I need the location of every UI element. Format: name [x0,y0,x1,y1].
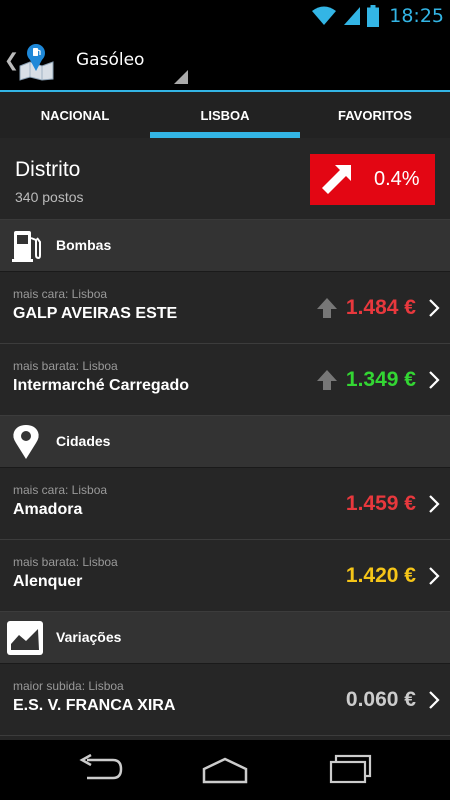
tab-lisboa[interactable]: LISBOA [150,92,300,138]
row-caption: maior subida: Lisboa [13,679,124,693]
fuel-map-icon [19,44,54,81]
city-name: Alenquer [13,573,83,590]
fuel-pump-icon [12,231,41,262]
battery-icon [367,5,380,27]
arrow-up-icon [316,298,337,318]
variation-badge: 0.4% [310,154,435,205]
wifi-icon [312,6,337,25]
arrow-up-icon [316,370,337,390]
tab-favoritos[interactable]: FAVORITOS [300,92,450,138]
status-time: 18:25 [389,5,444,27]
district-summary: Distrito 340 postos 0.4% [0,138,450,220]
section-label-cidades: Cidades [56,433,111,449]
station-name: E.S. V. FRANCA XIRA [13,697,176,714]
fuel-type-label: Gasóleo [76,50,145,70]
tab-nacional[interactable]: NACIONAL [0,92,150,138]
row-caption: mais barata: Lisboa [13,359,118,373]
station-name: GALP AVEIRAS ESTE [13,305,178,322]
list-item[interactable]: mais cara: Lisboa GALP AVEIRAS ESTE 1.48… [0,272,450,344]
row-caption: mais barata: Lisboa [13,555,118,569]
status-icons: 18:25 [311,0,444,32]
tab-bar: NACIONAL LISBOA FAVORITOS [0,90,450,138]
action-bar: ❮ Gasóleo [0,32,450,90]
section-variacoes: Variações [0,612,450,664]
chevron-right-icon [429,371,440,389]
area-chart-icon [7,621,43,655]
back-icon[interactable] [75,754,125,786]
home-icon[interactable] [200,754,250,786]
content-list[interactable]: Distrito 340 postos 0.4% Bombas mais car… [0,138,450,740]
chevron-right-icon [429,567,440,585]
list-item[interactable]: mais cara: Lisboa Amadora 1.459 € [0,468,450,540]
price-value: 0.060 € [345,688,416,711]
section-label-variacoes: Variações [56,629,122,645]
list-item[interactable]: mais barata: Lisboa Intermarché Carregad… [0,344,450,416]
price-value: 1.459 € [345,492,416,515]
station-name: Intermarché Carregado [13,377,190,394]
variation-value: 0.4% [374,168,420,190]
price-value: 1.349 € [345,368,416,391]
chevron-right-icon [429,691,440,709]
status-bar: 18:25 [0,0,450,32]
price-value: 1.484 € [345,296,416,319]
row-caption: mais cara: Lisboa [13,287,108,301]
district-station-count: 340 postos [15,189,84,205]
home-up-button[interactable]: ❮ [0,32,62,90]
list-item[interactable]: mais barata: Lisboa Alenquer 1.420 € [0,540,450,612]
spinner-corner-icon [174,70,188,84]
section-bombas: Bombas [0,220,450,272]
signal-icon [344,7,361,25]
district-title: Distrito [15,158,81,181]
section-label-bombas: Bombas [56,237,112,253]
map-pin-icon [13,425,39,459]
chevron-right-icon [429,495,440,513]
chevron-right-icon [429,299,440,317]
row-caption: mais cara: Lisboa [13,483,108,497]
navigation-bar [0,740,450,800]
city-name: Amadora [13,501,83,518]
section-cidades: Cidades [0,416,450,468]
arrow-up-right-icon [322,164,351,194]
recent-apps-icon[interactable] [326,754,376,786]
price-value: 1.420 € [345,564,416,587]
fuel-type-spinner[interactable]: Gasóleo [62,32,192,90]
list-item[interactable]: maior subida: Lisboa E.S. V. FRANCA XIRA… [0,664,450,736]
